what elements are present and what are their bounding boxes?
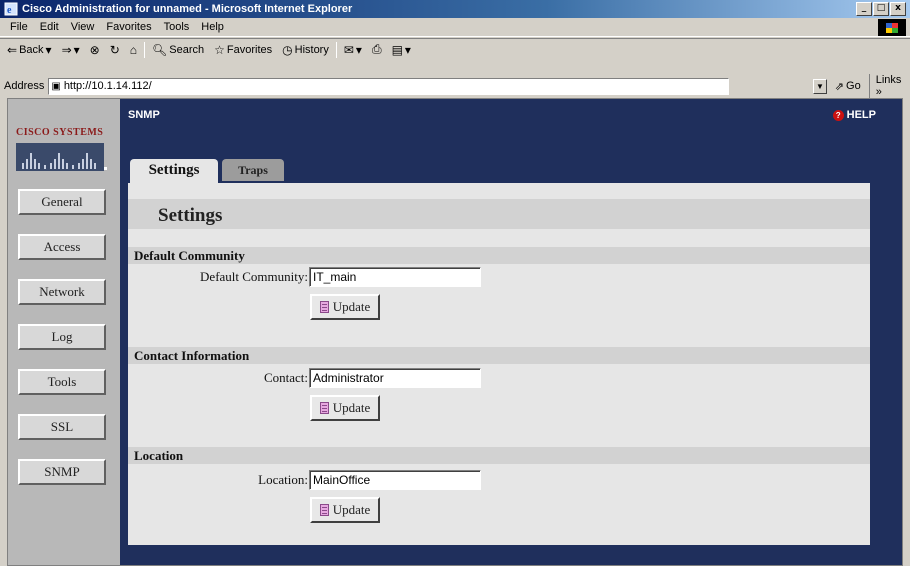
chevron-down-icon: ▾	[404, 42, 411, 57]
settings-panel: Settings Default Community Default Commu…	[128, 183, 870, 545]
cisco-bridge-icon	[16, 143, 107, 171]
logo-text: Cisco Systems	[16, 127, 104, 138]
mail-icon: ✉	[343, 42, 354, 57]
mail-button[interactable]: ✉ ▾	[341, 43, 365, 57]
page-viewport: Cisco Systems General Access Network Log…	[7, 98, 903, 566]
back-button[interactable]: ⇐ Back ▾	[4, 43, 55, 57]
menu-view[interactable]: View	[65, 21, 101, 33]
search-label: Search	[169, 43, 205, 56]
url-text: http://10.1.14.112/	[63, 80, 152, 92]
location-input[interactable]: MainOffice	[309, 470, 481, 490]
stop-icon: ⊗	[89, 42, 100, 57]
sidebar-item-tools[interactable]: Tools	[18, 369, 106, 395]
sidebar-item-general[interactable]: General	[18, 189, 106, 215]
default-community-label: Default Community:	[200, 269, 308, 284]
contact-input[interactable]: Administrator	[309, 368, 481, 388]
panel-header-bar	[128, 199, 870, 229]
update-button-label: Update	[332, 502, 371, 517]
history-icon: ◷	[282, 42, 293, 57]
forward-button[interactable]: ⇒ ▾	[59, 43, 83, 57]
menu-edit[interactable]: Edit	[34, 21, 65, 33]
go-arrow-icon: ⇗	[834, 80, 845, 93]
chevron-down-icon: ▾	[73, 42, 80, 57]
help-label: HELP	[846, 109, 876, 121]
menu-tools[interactable]: Tools	[158, 21, 196, 33]
default-community-input[interactable]: IT_main	[309, 267, 481, 287]
search-button[interactable]: 🔍︎ Search	[149, 43, 207, 57]
refresh-icon: ↻	[109, 42, 120, 57]
update-button-label: Update	[332, 400, 371, 415]
menu-favorites[interactable]: Favorites	[100, 21, 157, 33]
favorites-label: Favorites	[226, 43, 273, 56]
section-heading-location: Location	[128, 447, 870, 464]
help-icon: ?	[832, 109, 844, 121]
menu-help[interactable]: Help	[195, 21, 230, 33]
toolbar-divider	[335, 41, 337, 58]
document-icon	[319, 301, 329, 313]
panel-title: Settings	[158, 205, 223, 226]
help-link[interactable]: ? HELP	[832, 109, 876, 121]
sidebar-item-network[interactable]: Network	[18, 279, 106, 305]
home-button[interactable]: ⌂	[127, 43, 140, 57]
cisco-logo: Cisco Systems	[8, 99, 120, 179]
address-dropdown-button[interactable]: ▼	[813, 78, 827, 94]
update-button-label: Update	[332, 299, 371, 314]
maximize-button[interactable]: □	[873, 2, 889, 16]
chevron-down-icon: ▾	[355, 42, 362, 57]
page-icon: ▣	[51, 80, 61, 92]
toolbar-divider	[144, 41, 146, 58]
window-titlebar: e Cisco Administration for unnamed - Mic…	[0, 0, 910, 18]
go-button[interactable]: ⇗ Go	[835, 80, 861, 93]
windows-logo-icon	[878, 19, 906, 36]
menu-file[interactable]: File	[4, 21, 34, 33]
sidebar-item-log[interactable]: Log	[18, 324, 106, 350]
tab-traps[interactable]: Traps	[222, 159, 284, 181]
address-label: Address	[4, 80, 45, 92]
history-button[interactable]: ◷ History	[279, 43, 332, 57]
go-label: Go	[846, 80, 861, 92]
close-button[interactable]: x	[890, 2, 906, 16]
forward-arrow-icon: ⇒	[61, 42, 72, 57]
section-heading-default-community: Default Community	[128, 247, 870, 264]
section-heading-contact-information: Contact Information	[128, 347, 870, 364]
document-icon	[319, 504, 329, 516]
edit-icon: ▤	[391, 42, 403, 57]
page-section-title: SNMP	[128, 109, 160, 121]
sidebar-item-access[interactable]: Access	[18, 234, 106, 260]
sidebar-item-snmp[interactable]: SNMP	[18, 459, 106, 485]
sidebar-item-ssl[interactable]: SSL	[18, 414, 106, 440]
window-controls: _ □ x	[856, 2, 906, 16]
url-field[interactable]: ▣ http://10.1.14.112/	[48, 77, 729, 95]
window-title: Cisco Administration for unnamed - Micro…	[22, 3, 353, 15]
favorites-icon: ☆	[214, 42, 225, 57]
tab-settings[interactable]: Settings	[130, 159, 218, 183]
minimize-button[interactable]: _	[856, 2, 872, 16]
stop-button[interactable]: ⊗	[87, 43, 103, 57]
contact-label: Contact:	[263, 370, 308, 385]
back-arrow-icon: ⇐	[7, 42, 18, 57]
print-button[interactable]: ⎙	[369, 42, 385, 57]
links-button[interactable]: Links »	[868, 74, 910, 98]
svg-text:e: e	[7, 5, 12, 16]
document-icon	[319, 402, 329, 414]
update-default-community-button[interactable]: Update	[310, 294, 380, 320]
refresh-button[interactable]: ↻	[107, 43, 123, 57]
internet-explorer-icon: e	[4, 2, 18, 16]
update-location-button[interactable]: Update	[310, 497, 380, 523]
home-icon: ⌂	[129, 42, 138, 57]
print-icon: ⎙	[371, 42, 382, 56]
sidebar: Cisco Systems General Access Network Log…	[8, 99, 120, 565]
main-content: SNMP ? HELP Settings Traps Settings Defa…	[120, 99, 902, 565]
location-label: Location:	[258, 472, 308, 487]
history-label: History	[294, 43, 329, 56]
browser-toolbar: ⇐ Back ▾ ⇒ ▾ ⊗ ↻ ⌂ 🔍︎ Search ☆ Favorites…	[0, 38, 910, 60]
update-contact-button[interactable]: Update	[310, 395, 380, 421]
chevron-down-icon: ▾	[45, 42, 52, 57]
search-icon: 🔍︎	[152, 42, 168, 57]
address-bar: Address ▣ http://10.1.14.112/ ▼ ⇗ Go Lin…	[0, 74, 910, 98]
edit-button[interactable]: ▤ ▾	[389, 43, 414, 57]
menubar: File Edit View Favorites Tools Help	[0, 18, 910, 37]
favorites-button[interactable]: ☆ Favorites	[211, 43, 275, 57]
back-label: Back	[19, 43, 44, 56]
